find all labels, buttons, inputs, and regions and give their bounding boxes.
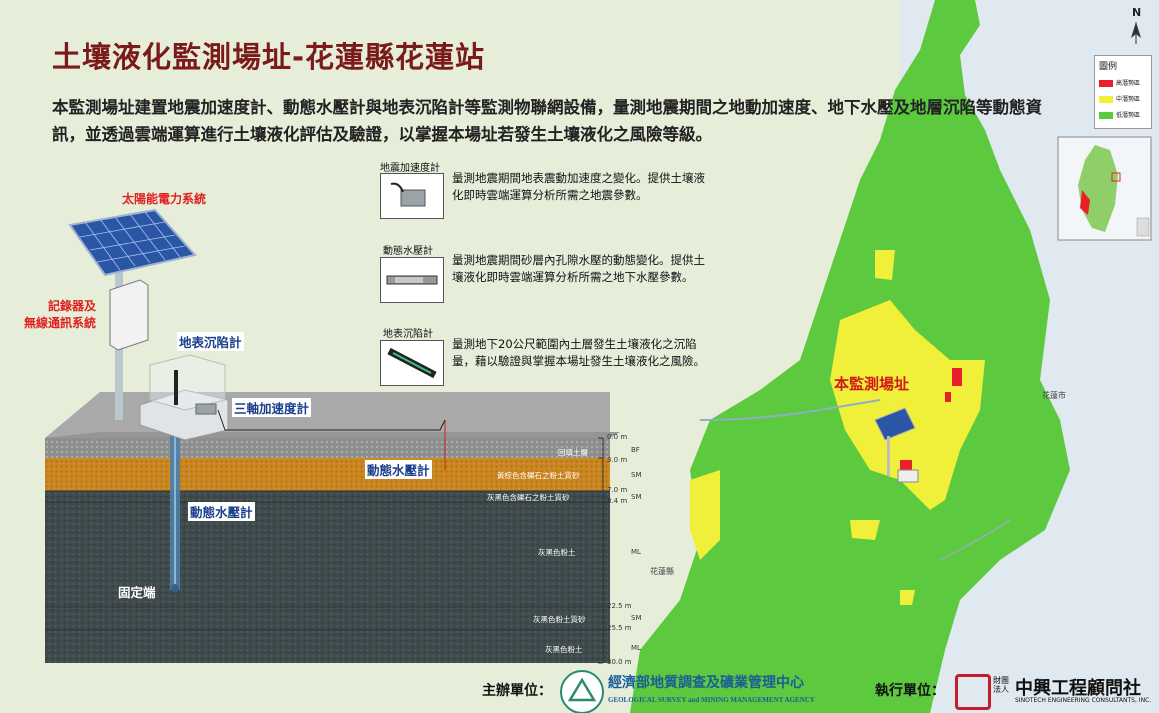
piezometer-icon bbox=[380, 257, 444, 303]
page-title: 土壤液化監測場址-花蓮縣花蓮站 bbox=[52, 40, 486, 74]
layer-name: 灰黑色粉土質砂 bbox=[533, 615, 586, 624]
instrument-label-accelerometer: 地震加速度計 bbox=[380, 163, 440, 174]
settlement-gauge-icon bbox=[380, 340, 444, 386]
layer-name: 灰黑色含礫石之粉土質砂 bbox=[487, 493, 570, 502]
depth-tick: 7.0 m bbox=[607, 486, 628, 494]
soil-code: SM bbox=[631, 614, 642, 622]
organizer-name: 經濟部地質調查及礦業管理中心 bbox=[608, 675, 804, 691]
accelerometer-label: 三軸加速度計 bbox=[232, 398, 312, 417]
legend-item-medium: 中潛勢區 bbox=[1099, 94, 1140, 103]
executor-prefix: 財團 法人 bbox=[993, 676, 1009, 694]
depth-tick: 25.5 m bbox=[607, 624, 632, 632]
recorder-label: 記錄器及 無線通訊系統 bbox=[23, 299, 96, 330]
town-label: 花蓮市 bbox=[1042, 391, 1066, 400]
layer-name: 回填土層 bbox=[558, 448, 588, 457]
county-label: 花蓮縣 bbox=[650, 567, 674, 576]
poster: 土壤液化監測場址-花蓮縣花蓮站 本監測場址建置地震加速度計、動態水壓計與地表沉陷… bbox=[0, 0, 1159, 713]
soil-code: ML bbox=[631, 644, 641, 652]
accelerometer-icon bbox=[380, 173, 444, 219]
instrument-desc-piezometer: 量測地震期間砂層內孔隙水壓的動態變化。提供土壤液化即時雲端運算分析所需之地下水壓… bbox=[452, 253, 705, 284]
legend-item-low: 低潛勢區 bbox=[1099, 110, 1140, 119]
layer-name: 灰黑色粉土 bbox=[538, 548, 576, 557]
soil-code: SM bbox=[631, 493, 642, 501]
soil-code: BF bbox=[631, 446, 640, 454]
depth-tick: 3.0 m bbox=[607, 456, 628, 464]
settlement-gauge-label: 地表沉陷計 bbox=[177, 332, 244, 351]
instrument-label-piezometer: 動態水壓計 bbox=[383, 246, 433, 257]
site-marker-label: 本監測場址 bbox=[834, 375, 910, 393]
depth-tick: 0.0 m bbox=[607, 433, 628, 441]
layer-name: 灰黑色粉土 bbox=[545, 645, 583, 654]
soil-code: SM bbox=[631, 471, 642, 479]
legend-item-high: 高潛勢區 bbox=[1099, 78, 1140, 87]
depth-tick: 30.0 m bbox=[607, 658, 632, 666]
map-legend: 圖例 高潛勢區 中潛勢區 低潛勢區 bbox=[1094, 55, 1152, 129]
gsmma-logo-icon bbox=[560, 670, 604, 713]
site-description: 本監測場址建置地震加速度計、動態水壓計與地表沉陷計等監測物聯網設備，量測地震期間… bbox=[52, 98, 1042, 144]
legend-title: 圖例 bbox=[1099, 62, 1118, 72]
piezometer-lower-label: 動態水壓計 bbox=[188, 502, 255, 521]
organizer-label: 主辦單位： bbox=[482, 683, 552, 699]
layer-name: 黃棕色含礫石之粉土質砂 bbox=[497, 471, 580, 480]
solar-power-label: 太陽能電力系統 bbox=[122, 192, 207, 206]
instrument-desc-accelerometer: 量測地震期間地表震動加速度之變化。提供土壤液化即時雲端運算分析所需之地震參數。 bbox=[452, 171, 705, 202]
instrument-desc-settlement: 量測地下20公尺範圍內土層發生土壤液化之沉陷量，藉以驗證與掌握本場址發生土壤液化… bbox=[452, 337, 705, 368]
sinotech-logo-icon bbox=[955, 674, 991, 710]
depth-tick: 22.5 m bbox=[607, 602, 632, 610]
instrument-label-settlement: 地表沉陷計 bbox=[383, 329, 433, 340]
soil-code: ML bbox=[631, 548, 641, 556]
executor-label: 執行單位： bbox=[875, 683, 945, 699]
north-arrow-icon: N bbox=[1132, 6, 1142, 19]
organizer-name-en: GEOLOGICAL SURVEY and MINING MANAGEMENT … bbox=[608, 696, 815, 704]
piezometer-upper-label: 動態水壓計 bbox=[365, 460, 432, 479]
depth-tick: 8.4 m bbox=[607, 497, 628, 505]
executor-name-en: SINOTECH ENGINEERING CONSULTANTS, INC. bbox=[1015, 697, 1152, 704]
anchor-label: 固定端 bbox=[118, 585, 156, 600]
